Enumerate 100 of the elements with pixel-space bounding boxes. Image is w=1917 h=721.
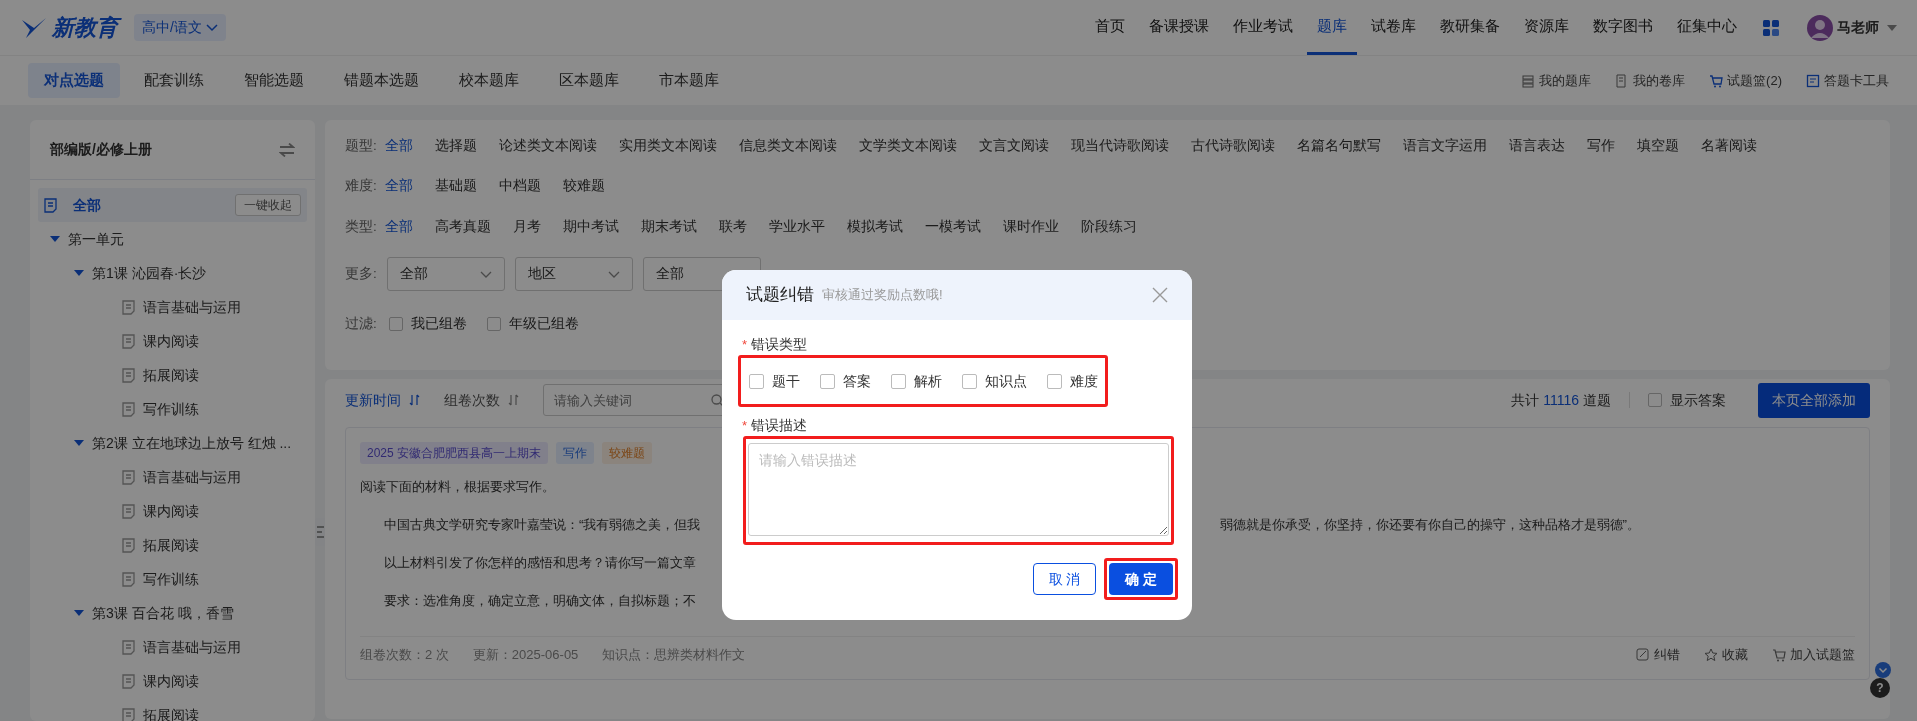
filter-option[interactable]: 联考 [718,216,747,238]
filter-option[interactable]: 文学类文本阅读 [858,135,957,157]
sub-tab[interactable]: 错题本选题 [328,63,435,98]
confirm-button[interactable]: 确 定 [1109,563,1173,595]
sub-tab[interactable]: 区本题库 [543,63,635,98]
meta-text: 知识点：思辨类材料作文 [602,646,746,664]
nav-tab[interactable]: 备课授课 [1139,0,1219,55]
sort-option[interactable]: 组卷次数 [444,389,500,411]
filter-option[interactable]: 语言文字运用 [1402,135,1487,157]
toolbar-link[interactable]: 我的卷库 [1633,70,1686,91]
filter-option[interactable]: 模拟考试 [846,216,903,238]
tree-item[interactable]: 第3课 百合花 哦，香雪 [92,602,234,624]
filter-option[interactable]: 语言表达 [1508,135,1565,157]
filter-option[interactable]: 较难题 [562,175,605,197]
tree-item[interactable]: 拓展阅读 [143,534,199,556]
filter-option[interactable]: 名著阅读 [1700,135,1757,157]
meta-text: 更新：2025-06-05 [472,646,579,664]
filter-label: 更多: [345,264,377,283]
question-text: 中国古典文学研究专家叶嘉莹说：“我有弱德之美，但我 [384,516,701,534]
filter-option[interactable]: 名篇名句默写 [1296,135,1381,157]
filter-option[interactable]: 期末考试 [640,216,697,238]
filter-option[interactable]: 实用类文本阅读 [618,135,717,157]
tree-item[interactable]: 第2课 立在地球边上放号 红烛 ... [92,432,292,454]
filter-option[interactable]: 文言文阅读 [978,135,1049,157]
tree-item[interactable]: 语言基础与运用 [143,466,241,488]
sub-tab[interactable]: 市本题库 [643,63,735,98]
collapse-button[interactable]: 一键收起 [235,194,301,216]
filter-label: 类型: [345,217,377,236]
sidebar-title: 部编版/必修上册 [50,140,152,159]
filter-option[interactable]: 高考真题 [434,216,491,238]
tree-item[interactable]: 课内阅读 [143,670,199,692]
add-all-button[interactable]: 本页全部添加 [1758,382,1870,418]
filter-option[interactable]: 课时作业 [1002,216,1059,238]
filter-option[interactable]: 期中考试 [562,216,619,238]
tree-item[interactable]: 第一单元 [68,228,124,250]
filter-option[interactable]: 中档题 [498,175,541,197]
tree-item[interactable]: 第1课 沁园春·长沙 [92,262,207,284]
filter-label: 难度: [345,176,377,195]
nav-tab[interactable]: 数字图书 [1583,0,1663,55]
filter-option[interactable]: 全部 [384,135,413,157]
tree-item[interactable]: 拓展阅读 [143,704,199,721]
nav-tab[interactable]: 首页 [1085,0,1135,55]
question-text: 阅读下面的材料，根据要求写作。 [360,478,556,496]
nav-tab[interactable]: 试卷库 [1361,0,1426,55]
tree-item[interactable]: 拓展阅读 [143,364,199,386]
field-label: 错误描述 [751,416,808,435]
filter-option[interactable]: 学业水平 [768,216,825,238]
tag: 写作 [556,442,595,464]
filter-option[interactable]: 填空题 [1636,135,1679,157]
filter-option[interactable]: 论述类文本阅读 [498,135,597,157]
toolbar-link[interactable]: 我的题库 [1539,70,1592,91]
filter-option[interactable]: 一模考试 [924,216,981,238]
tree-item[interactable]: 写作训练 [143,398,199,420]
filter-option[interactable]: 信息类文本阅读 [738,135,837,157]
tree-item[interactable]: 全部 一键收起 [38,188,307,222]
tree-item[interactable]: 写作训练 [143,568,199,590]
filter-option[interactable]: 阶段练习 [1080,216,1137,238]
filter-option[interactable]: 基础题 [434,175,477,197]
toolbar-link[interactable]: 试题篮(2) [1727,70,1782,91]
filter-option[interactable]: 月考 [512,216,541,238]
filter-option[interactable]: 全部 [384,216,413,238]
nav-tab[interactable]: 教研集备 [1430,0,1510,55]
nav-tab[interactable]: 作业考试 [1223,0,1303,55]
action-link[interactable]: 加入试题篮 [1790,645,1855,665]
grade-dropdown[interactable]: 高中/语文 [134,14,226,41]
filter-option[interactable]: 全部 [384,175,413,197]
description-field[interactable]: 请输入错误描述 [748,443,1169,536]
filter-option[interactable]: 古代诗歌阅读 [1190,135,1275,157]
sort-option[interactable]: 更新时间 [345,389,401,411]
filter-label: 过滤: [345,314,377,333]
tag: 2025 安徽合肥肥西县高一上期末 [360,442,549,464]
question-text: 要求：选准角度，确定立意，明确文体，自拟标题；不 [384,592,696,610]
filter-option[interactable]: 选择题 [434,135,477,157]
required-mark: * [742,416,748,435]
nav-tab[interactable]: 征集中心 [1667,0,1747,55]
checkbox-label: 解析 [914,371,942,391]
tree-item[interactable]: 语言基础与运用 [143,296,241,318]
filter-option[interactable]: 现当代诗歌阅读 [1070,135,1169,157]
sub-tab[interactable]: 智能选题 [228,63,320,98]
action-link[interactable]: 纠错 [1654,645,1680,665]
action-link[interactable]: 收藏 [1722,645,1748,665]
checkbox-label: 知识点 [985,371,1027,391]
sub-tab[interactable]: 对点选题 [28,63,120,98]
checkbox-label: 难度 [1070,371,1098,391]
checkbox-label: 答案 [843,371,871,391]
sub-tab[interactable]: 配套训练 [128,63,220,98]
toolbar-link[interactable]: 答题卡工具 [1824,70,1889,91]
filter-option[interactable]: 写作 [1586,135,1615,157]
field-label: 错误类型 [751,335,808,354]
nav-tab[interactable]: 资源库 [1514,0,1579,55]
cancel-button[interactable]: 取 消 [1033,563,1096,595]
filter-label: 题型: [345,136,377,155]
tree-item[interactable]: 课内阅读 [143,500,199,522]
sub-tab[interactable]: 校本题库 [443,63,535,98]
dropdown[interactable]: 全部 [386,257,505,291]
tree-item[interactable]: 语言基础与运用 [143,636,241,658]
dropdown[interactable]: 地区 [514,257,633,291]
user-name[interactable]: 马老师 [1837,17,1879,38]
tree-item[interactable]: 课内阅读 [143,330,199,352]
modal-subtitle: 审核通过奖励点数哦! [822,286,943,305]
